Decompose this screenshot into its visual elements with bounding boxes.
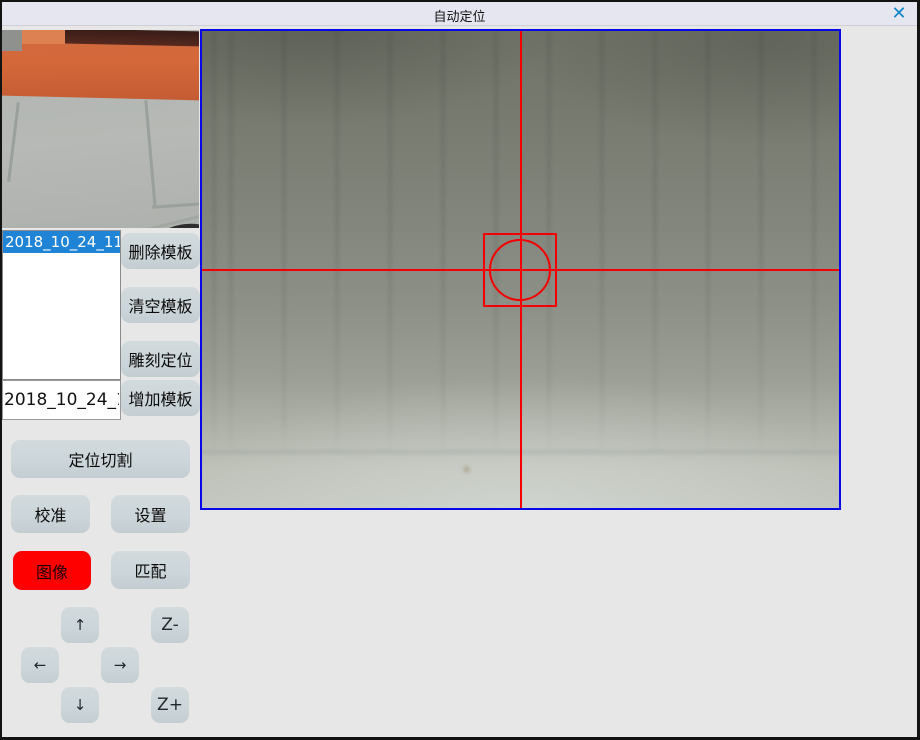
close-button[interactable]: ✕ [887, 3, 911, 25]
position-cut-button[interactable]: 定位切割 [11, 440, 190, 478]
close-icon: ✕ [891, 5, 906, 23]
thumbnail-tile-line [7, 102, 20, 182]
delete-template-button[interactable]: 删除模板 [121, 233, 200, 269]
template-list[interactable]: 2018_10_24_11 [2, 230, 121, 380]
jog-up-button[interactable]: ↑ [61, 607, 99, 643]
auto-position-window: 自动定位 ✕ 2018_10_24_11 删除模板 清空模板 雕刻定位 增加模板… [0, 0, 920, 740]
camera-view[interactable] [200, 29, 841, 510]
thumbnail-highlight-strip [22, 30, 65, 44]
engrave-position-button[interactable]: 雕刻定位 [121, 341, 200, 377]
thumbnail-tile-line [152, 202, 199, 208]
window-body: 自动定位 ✕ 2018_10_24_11 删除模板 清空模板 雕刻定位 增加模板… [2, 2, 917, 737]
jog-z-minus-button[interactable]: Z- [151, 607, 189, 643]
window-title: 自动定位 [2, 6, 917, 25]
roi-circle-overlay [489, 239, 551, 301]
jog-down-button[interactable]: ↓ [61, 687, 99, 723]
jog-z-plus-button[interactable]: Z+ [151, 687, 189, 723]
calibrate-button[interactable]: 校准 [11, 495, 90, 533]
thumbnail-gray-notch [2, 30, 22, 51]
template-list-item[interactable]: 2018_10_24_11 [3, 231, 120, 253]
titlebar: 自动定位 ✕ [2, 2, 917, 26]
match-button[interactable]: 匹配 [111, 551, 190, 589]
template-name-input[interactable] [2, 380, 121, 420]
jog-left-button[interactable]: ← [21, 647, 59, 683]
settings-button[interactable]: 设置 [111, 495, 190, 533]
add-template-button[interactable]: 增加模板 [121, 380, 200, 416]
template-thumbnail-preview [2, 30, 199, 228]
image-button-active[interactable]: 图像 [13, 551, 91, 590]
thumbnail-tile-line [144, 100, 156, 208]
clear-templates-button[interactable]: 清空模板 [121, 287, 200, 323]
jog-right-button[interactable]: → [101, 647, 139, 683]
